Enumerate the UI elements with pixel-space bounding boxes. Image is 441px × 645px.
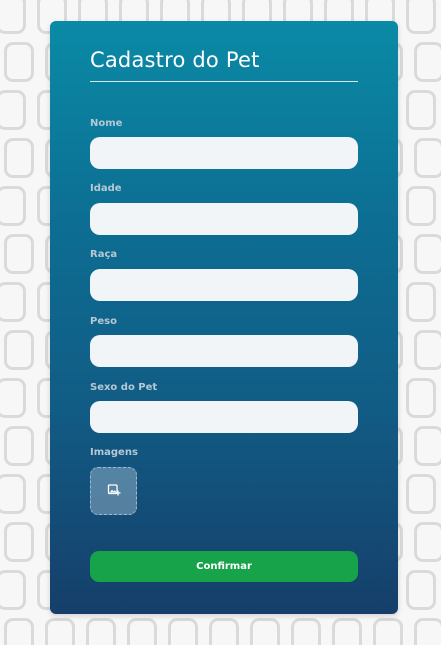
pattern-tile	[332, 618, 362, 645]
pattern-tile	[406, 186, 436, 226]
pattern-tile	[414, 522, 441, 562]
pattern-tile	[45, 618, 75, 645]
pattern-tile	[4, 330, 34, 370]
pattern-tile	[168, 618, 198, 645]
pattern-tile	[4, 42, 34, 82]
pattern-tile	[414, 618, 441, 645]
pattern-tile	[291, 618, 321, 645]
pattern-tile	[406, 90, 436, 130]
pattern-tile	[250, 618, 280, 645]
pattern-tile	[0, 186, 26, 226]
age-input[interactable]	[90, 203, 358, 235]
pattern-tile	[414, 234, 441, 274]
images-label: Imagens	[90, 447, 138, 458]
page-title: Cadastro do Pet	[90, 48, 260, 72]
pattern-tile	[0, 282, 26, 322]
pattern-tile	[406, 570, 436, 610]
pattern-tile	[406, 474, 436, 514]
pet-registration-card: Cadastro do Pet Nome Idade Raça Peso Sex…	[50, 21, 398, 614]
confirm-button[interactable]: Confirmar	[90, 551, 358, 582]
sex-label: Sexo do Pet	[90, 382, 158, 393]
pattern-tile	[406, 282, 436, 322]
breed-input[interactable]	[90, 269, 358, 301]
pattern-tile	[4, 426, 34, 466]
image-upload-button[interactable]	[90, 467, 137, 515]
age-label: Idade	[90, 183, 122, 194]
pattern-tile	[0, 90, 26, 130]
pattern-tile	[4, 618, 34, 645]
sex-input[interactable]	[90, 401, 358, 433]
name-label: Nome	[90, 118, 123, 129]
pattern-tile	[414, 42, 441, 82]
pattern-tile	[127, 618, 157, 645]
add-photo-icon	[107, 482, 121, 501]
pattern-tile	[406, 378, 436, 418]
pattern-tile	[4, 522, 34, 562]
pattern-tile	[406, 0, 436, 34]
name-input[interactable]	[90, 137, 358, 169]
weight-input[interactable]	[90, 335, 358, 367]
pattern-tile	[0, 474, 26, 514]
pattern-tile	[414, 330, 441, 370]
pattern-tile	[414, 138, 441, 178]
pattern-tile	[0, 378, 26, 418]
pattern-tile	[373, 618, 403, 645]
pattern-tile	[4, 138, 34, 178]
title-divider	[90, 81, 358, 82]
pattern-tile	[4, 234, 34, 274]
weight-label: Peso	[90, 316, 117, 327]
breed-label: Raça	[90, 249, 118, 260]
pattern-tile	[414, 426, 441, 466]
pattern-tile	[209, 618, 239, 645]
pattern-tile	[0, 0, 26, 34]
pattern-tile	[86, 618, 116, 645]
pattern-tile	[0, 570, 26, 610]
